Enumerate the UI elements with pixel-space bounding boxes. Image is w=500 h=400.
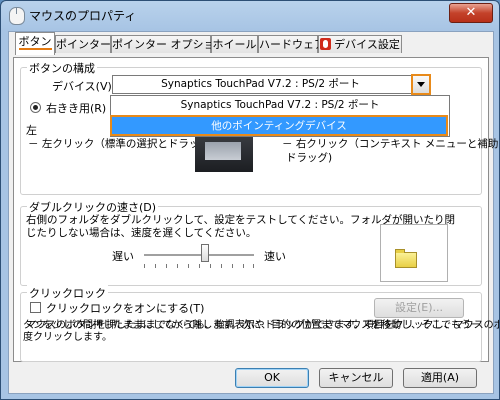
double-click-description-2: じたりしない場合は、速度を遅くしてください。 bbox=[26, 227, 257, 239]
close-button[interactable]: ✕ bbox=[449, 3, 493, 23]
click-lock-checkbox[interactable] bbox=[30, 302, 41, 313]
slider-tick bbox=[253, 264, 254, 268]
slider-tick bbox=[210, 264, 211, 268]
mouse-icon bbox=[9, 7, 25, 25]
right-click-description-cont: ドラッグ) bbox=[286, 152, 333, 164]
dropdown-option-touchpad[interactable]: Synaptics TouchPad V7.2 : PS/2 ポート bbox=[111, 96, 449, 114]
tab-device-settings[interactable]: デバイス設定 bbox=[318, 35, 402, 53]
tab-pointers[interactable]: ポインター bbox=[55, 35, 111, 53]
dropdown-arrow-button[interactable] bbox=[411, 74, 431, 95]
slider-tick bbox=[177, 264, 178, 268]
slider-tick bbox=[232, 264, 233, 268]
tab-device-settings-label: デバイス設定 bbox=[334, 38, 400, 51]
synaptics-icon bbox=[320, 38, 332, 50]
fast-label: 速い bbox=[264, 250, 286, 263]
buttons-tab-panel: ボタンの構成 デバイス(V): Synaptics TouchPad V7.2 … bbox=[13, 57, 499, 362]
slider-ticks bbox=[144, 264, 254, 268]
tab-buttons-label: ボタン bbox=[18, 35, 52, 50]
right-click-description: － 右クリック（コンテキスト メニューと補助 bbox=[282, 138, 499, 150]
click-lock-checkbox-label: クリックロックをオンにする(T) bbox=[46, 302, 205, 315]
slider-tick bbox=[243, 264, 244, 268]
touchpad-image bbox=[195, 134, 253, 172]
slider-tick bbox=[166, 264, 167, 268]
folder-icon[interactable] bbox=[395, 249, 417, 268]
click-lock-description-3: 度クリックします。 bbox=[23, 332, 112, 343]
window-title: マウスのプロパティ bbox=[29, 9, 137, 23]
title-bar[interactable]: マウスのプロパティ ✕ bbox=[1, 1, 499, 29]
chevron-down-icon bbox=[417, 82, 425, 87]
double-click-speed-track[interactable] bbox=[144, 254, 254, 257]
click-lock-settings-button[interactable]: 設定(E)... bbox=[374, 298, 464, 318]
slider-tick bbox=[155, 264, 156, 268]
right-handed-radio[interactable] bbox=[30, 102, 41, 113]
device-label: デバイス(V): bbox=[52, 80, 116, 93]
double-click-speed-thumb[interactable] bbox=[200, 244, 209, 262]
ok-button[interactable]: OK bbox=[235, 368, 309, 388]
click-lock-group-label: クリックロック bbox=[27, 285, 108, 301]
slider-tick bbox=[199, 264, 200, 268]
cancel-button[interactable]: キャンセル bbox=[319, 368, 393, 388]
device-select-value: Synaptics TouchPad V7.2 : PS/2 ポート bbox=[161, 78, 360, 90]
dropdown-option-other-device[interactable]: 他のポインティングデバイス bbox=[110, 115, 448, 136]
test-folder-area[interactable] bbox=[380, 224, 448, 282]
button-config-group-label: ボタンの構成 bbox=[27, 60, 97, 76]
tab-hardware[interactable]: ハードウェア bbox=[258, 35, 325, 53]
apply-button[interactable]: 適用(A) bbox=[403, 368, 477, 388]
right-handed-label: 右きき用(R) bbox=[46, 102, 107, 115]
device-select[interactable]: Synaptics TouchPad V7.2 : PS/2 ポート bbox=[112, 74, 431, 95]
slider-tick bbox=[188, 264, 189, 268]
tab-pointer-options[interactable]: ポインター オプション bbox=[111, 35, 226, 53]
tab-buttons[interactable]: ボタン bbox=[15, 32, 55, 55]
click-lock-description-2: タンを少しの間押したままにしてから離します。次に、目的の位置までマウスを移動し、… bbox=[23, 320, 481, 331]
device-dropdown-list: Synaptics TouchPad V7.2 : PS/2 ポート 他のポイン… bbox=[110, 95, 450, 137]
slow-label: 遅い bbox=[112, 250, 134, 263]
slider-tick bbox=[221, 264, 222, 268]
left-click-description: － 左クリック（標準の選択とドラッグ） bbox=[28, 138, 221, 150]
slider-tick bbox=[144, 264, 145, 268]
tab-wheel[interactable]: ホイール bbox=[211, 35, 258, 53]
